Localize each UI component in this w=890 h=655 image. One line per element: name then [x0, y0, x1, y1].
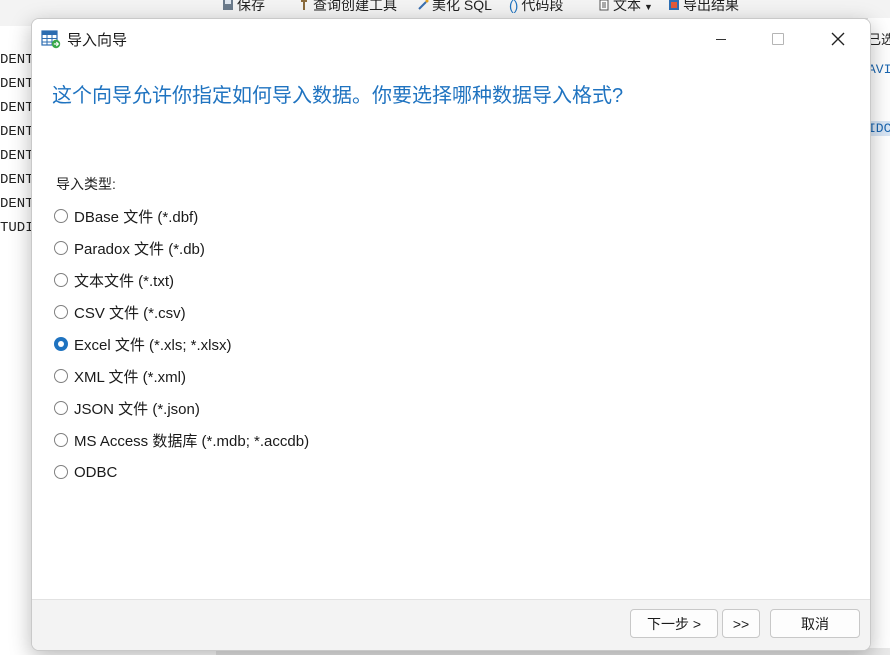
- result-text-fragment: AVI: [868, 62, 890, 77]
- dialog-titlebar[interactable]: 导入向导: [32, 19, 870, 59]
- code-snippet-button[interactable]: () 代码段: [509, 0, 563, 16]
- radio-label: 文本文件 (*.txt): [74, 272, 174, 290]
- radio-option-json[interactable]: JSON 文件 (*.json): [54, 392, 309, 424]
- radio-label: XML 文件 (*.xml): [74, 368, 186, 386]
- import-type-label: 导入类型:: [56, 176, 116, 192]
- code-snippet-icon: (): [509, 0, 519, 13]
- beautify-sql-label: 美化 SQL: [432, 0, 492, 13]
- radio-button[interactable]: [54, 305, 68, 319]
- radio-button[interactable]: [54, 465, 68, 479]
- radio-label: MS Access 数据库 (*.mdb; *.accdb): [74, 432, 310, 450]
- radio-button[interactable]: [54, 433, 68, 447]
- query-builder-icon: [301, 0, 307, 10]
- radio-label: Paradox 文件 (*.db): [74, 240, 205, 258]
- radio-label: CSV 文件 (*.csv): [74, 304, 186, 322]
- text-view-label: 文本: [613, 0, 641, 13]
- radio-button[interactable]: [54, 209, 68, 223]
- export-icon: [669, 0, 679, 10]
- radio-button-checked[interactable]: [54, 337, 68, 351]
- radio-label: DBase 文件 (*.dbf): [74, 208, 199, 226]
- result-text-fragment-selected: IDC: [868, 121, 890, 136]
- selected-text-fragment: 已选: [868, 33, 890, 48]
- dropdown-arrow-icon: ▼: [644, 2, 653, 12]
- document-icon: [599, 0, 609, 11]
- wizard-heading: 这个向导允许你指定如何导入数据。你要选择哪种数据导入格式?: [52, 85, 624, 107]
- dialog-footer: 下一步 > >> 取消: [32, 599, 870, 650]
- radio-button[interactable]: [54, 273, 68, 287]
- minimize-icon: [716, 38, 726, 40]
- radio-option-paradox[interactable]: Paradox 文件 (*.db): [54, 232, 309, 264]
- code-snippet-label: 代码段: [521, 0, 564, 13]
- maximize-button[interactable]: [755, 19, 801, 59]
- next-button[interactable]: 下一步 >: [630, 609, 718, 638]
- radio-option-odbc[interactable]: ODBC: [54, 456, 309, 488]
- export-results-label: 导出结果: [683, 0, 739, 13]
- radio-option-csv[interactable]: CSV 文件 (*.csv): [54, 296, 309, 328]
- radio-button[interactable]: [54, 369, 68, 383]
- close-icon: [831, 32, 845, 46]
- skip-to-last-button[interactable]: >>: [722, 609, 760, 638]
- radio-label: Excel 文件 (*.xls; *.xlsx): [74, 336, 232, 354]
- minimize-button[interactable]: [698, 19, 744, 59]
- query-builder-label: 查询创建工具: [313, 0, 397, 13]
- import-wizard-table-icon: [41, 30, 61, 49]
- radio-option-dbase[interactable]: DBase 文件 (*.dbf): [54, 200, 309, 232]
- save-label: 保存: [237, 0, 265, 13]
- export-results-button[interactable]: 导出结果: [668, 0, 739, 16]
- radio-option-xml[interactable]: XML 文件 (*.xml): [54, 360, 309, 392]
- close-button[interactable]: [815, 19, 861, 59]
- radio-option-ms-access[interactable]: MS Access 数据库 (*.mdb; *.accdb): [54, 424, 309, 456]
- import-wizard-dialog: 导入向导 这个向导允许你指定如何导入数据。你要选择哪种数据导入格式? 导入类型:…: [31, 18, 871, 651]
- radio-option-text[interactable]: 文本文件 (*.txt): [54, 264, 309, 296]
- radio-label: JSON 文件 (*.json): [74, 400, 200, 418]
- dialog-title: 导入向导: [67, 32, 128, 49]
- cancel-button[interactable]: 取消: [770, 609, 860, 638]
- background-toolbar: 保存 查询创建工具 美化 SQL () 代码段 文本 ▼ 导出结果: [216, 0, 890, 19]
- maximize-icon: [772, 33, 784, 45]
- beautify-sql-button[interactable]: 美化 SQL: [417, 0, 492, 16]
- text-view-dropdown[interactable]: 文本 ▼: [598, 0, 653, 16]
- radio-option-excel[interactable]: Excel 文件 (*.xls; *.xlsx): [54, 328, 309, 360]
- radio-button[interactable]: [54, 241, 68, 255]
- save-button[interactable]: 保存: [222, 0, 265, 16]
- radio-button[interactable]: [54, 401, 68, 415]
- background-results-panel: 已选 AVI IDC: [868, 18, 890, 655]
- radio-label: ODBC: [74, 463, 118, 481]
- query-builder-button[interactable]: 查询创建工具: [298, 0, 397, 16]
- import-type-radio-group: DBase 文件 (*.dbf) Paradox 文件 (*.db) 文本文件 …: [54, 200, 309, 488]
- magic-wand-icon: [418, 0, 429, 10]
- save-icon: [223, 0, 233, 10]
